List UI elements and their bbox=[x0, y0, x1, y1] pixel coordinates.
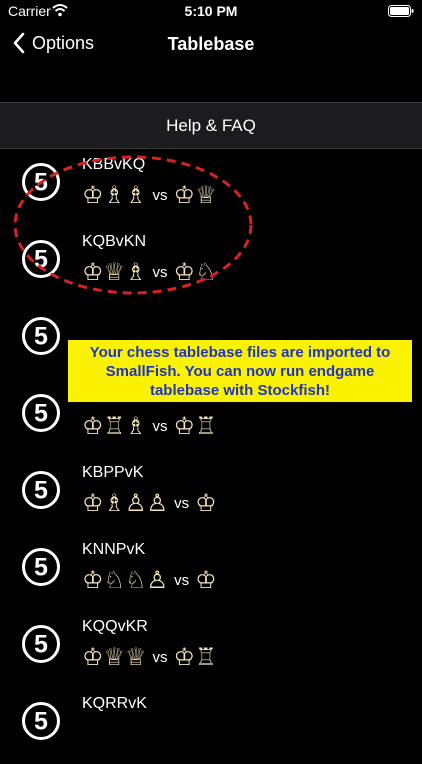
help-faq-label: Help & FAQ bbox=[166, 115, 256, 135]
black-pieces: ♔♖ bbox=[173, 643, 217, 671]
tablebase-name: KQQvKR bbox=[82, 618, 148, 635]
svg-text:5: 5 bbox=[34, 554, 48, 582]
tablebase-row[interactable]: 5 KBPPvK ♔♗♙♙ vs ♔ bbox=[0, 456, 422, 533]
black-pieces: ♔ bbox=[195, 566, 217, 594]
import-success-banner: Your chess tablebase files are imported … bbox=[68, 340, 412, 402]
five-piece-badge-icon: 5 bbox=[22, 625, 60, 663]
tablebase-name: KBPPvK bbox=[82, 464, 144, 481]
five-piece-badge-icon: 5 bbox=[22, 394, 60, 432]
tablebase-row[interactable]: 5 KNNPvK ♔♘♘♙ vs ♔ bbox=[0, 533, 422, 610]
vs-label: vs bbox=[152, 417, 168, 435]
status-bar: Carrier 5:10 PM bbox=[0, 0, 422, 24]
black-pieces: ♔♖ bbox=[173, 412, 217, 440]
page-title: Tablebase bbox=[167, 34, 255, 54]
piece-set: ♔♘♘♙ vs ♔ bbox=[82, 566, 217, 594]
status-time: 5:10 PM bbox=[184, 3, 238, 19]
svg-text:5: 5 bbox=[34, 477, 48, 505]
svg-text:5: 5 bbox=[34, 400, 48, 428]
piece-set: ♔♖♗ vs ♔♖ bbox=[82, 412, 217, 440]
svg-text:5: 5 bbox=[34, 323, 48, 351]
five-piece-badge-icon: 5 bbox=[22, 548, 60, 586]
white-pieces: ♔♘♘♙ bbox=[82, 566, 169, 594]
vs-label: vs bbox=[174, 571, 190, 589]
svg-text:5: 5 bbox=[34, 631, 48, 659]
white-pieces: ♔♕♕ bbox=[82, 643, 147, 671]
tablebase-name: KNNPvK bbox=[82, 541, 146, 558]
svg-text:5: 5 bbox=[34, 708, 48, 736]
vs-label: vs bbox=[174, 494, 190, 512]
piece-set: ♔♗♙♙ vs ♔ bbox=[82, 489, 217, 517]
black-pieces: ♔ bbox=[195, 489, 217, 517]
white-pieces: ♔♖♗ bbox=[82, 412, 147, 440]
five-piece-badge-icon: 5 bbox=[22, 702, 60, 740]
tablebase-row[interactable]: 5 KQQvKR ♔♕♕ vs ♔♖ bbox=[0, 610, 422, 687]
highlight-ellipse bbox=[13, 155, 253, 295]
battery-icon bbox=[388, 5, 414, 17]
help-faq-button[interactable]: Help & FAQ bbox=[0, 102, 422, 149]
vs-label: vs bbox=[152, 648, 168, 666]
five-piece-badge-icon: 5 bbox=[22, 471, 60, 509]
five-piece-badge-icon: 5 bbox=[22, 317, 60, 355]
white-pieces: ♔♗♙♙ bbox=[82, 489, 169, 517]
piece-set: ♔♕♕ vs ♔♖ bbox=[82, 643, 217, 671]
tablebase-name: KQRRvK bbox=[82, 695, 147, 712]
navigation-bar: Options Tablebase bbox=[0, 24, 422, 64]
tablebase-row[interactable]: 5 KQRRvK bbox=[0, 687, 422, 764]
